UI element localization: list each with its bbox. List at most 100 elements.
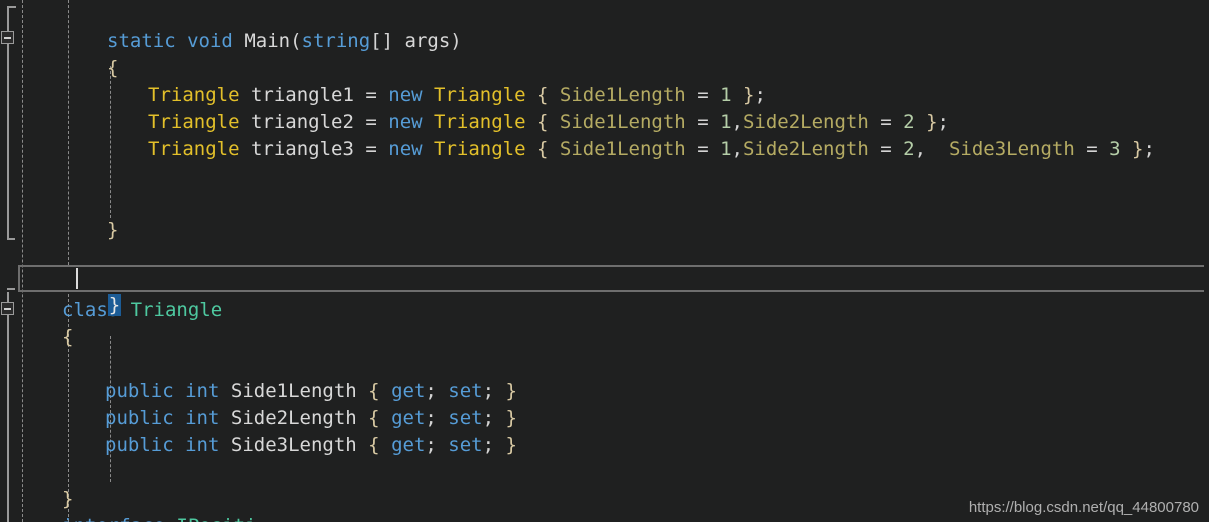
code-token: ; — [1143, 138, 1155, 160]
code-token: triangle1 — [250, 84, 354, 106]
code-token: public — [105, 434, 174, 456]
code-token: [] — [370, 30, 405, 52]
code-token: = — [353, 84, 389, 106]
line-interface-partial[interactable]: interface IPositi — [62, 513, 256, 522]
code-token: Side2Length — [742, 111, 869, 133]
code-token: { — [107, 57, 119, 79]
code-token: = — [685, 84, 721, 106]
line-method-signature[interactable]: static void Main(string[] args) — [107, 28, 462, 55]
line-property-side3[interactable]: public int Side3Length { get; set; } — [105, 432, 517, 459]
watermark-url: https://blog.csdn.net/qq_44800780 — [968, 499, 1199, 516]
code-token: Side1Length — [230, 380, 357, 402]
code-token: args — [404, 30, 451, 52]
code-token: new — [388, 84, 423, 106]
line-triangle3[interactable]: Triangle triangle3 = new Triangle { Side… — [148, 136, 1155, 163]
selected-brace[interactable]: } — [107, 294, 122, 316]
code-token: } — [107, 219, 119, 241]
code-token: public — [105, 407, 174, 429]
line-triangle1[interactable]: Triangle triangle1 = new Triangle { Side… — [148, 82, 766, 109]
code-token: Side3Length — [230, 434, 357, 456]
code-token: 2 — [903, 111, 915, 133]
current-line-text[interactable]: } — [62, 265, 122, 316]
code-token: { — [368, 434, 380, 456]
code-token: new — [388, 111, 423, 133]
line-triangle2[interactable]: Triangle triangle2 = new Triangle { Side… — [148, 109, 949, 136]
line-property-side2[interactable]: public int Side2Length { get; set; } — [105, 405, 517, 432]
code-token: ; — [425, 434, 449, 456]
line-method-close-brace[interactable]: } — [107, 217, 118, 244]
code-token: 2 — [903, 138, 915, 160]
code-token: } — [1132, 138, 1144, 160]
code-token: 1 — [720, 138, 732, 160]
code-token: ( — [290, 30, 302, 52]
code-token: ; — [425, 407, 449, 429]
code-token: set — [448, 434, 483, 456]
code-token: Triangle — [434, 138, 526, 160]
code-token: new — [388, 138, 423, 160]
code-token: } — [62, 488, 74, 510]
code-token: IPositi — [176, 515, 256, 522]
code-token: Side2Length — [230, 407, 357, 429]
line-property-side1[interactable]: public int Side1Length { get; set; } — [105, 378, 517, 405]
code-token: Side1Length — [559, 138, 686, 160]
code-token: Triangle — [434, 84, 526, 106]
code-token: Main — [244, 30, 291, 52]
code-token: 3 — [1109, 138, 1121, 160]
code-token: interface — [62, 515, 165, 522]
code-token: { — [368, 407, 380, 429]
code-token: Triangle — [148, 138, 240, 160]
code-token: static — [107, 30, 176, 52]
code-content[interactable]: static void Main(string[] args){Triangle… — [0, 0, 1209, 522]
code-editor[interactable]: static void Main(string[] args){Triangle… — [0, 0, 1209, 522]
line-method-open-brace[interactable]: { — [107, 55, 118, 82]
code-token: } — [505, 407, 517, 429]
code-token: Side2Length — [742, 138, 869, 160]
code-token: ; — [937, 111, 949, 133]
code-token: { — [537, 84, 549, 106]
line-class-close-brace[interactable]: } — [62, 486, 73, 513]
code-token: } — [742, 84, 755, 106]
code-token: public — [105, 380, 174, 402]
code-token: int — [185, 380, 220, 402]
code-token: } — [926, 111, 938, 133]
code-token: ; — [482, 380, 506, 402]
code-token: , — [914, 138, 949, 160]
code-token: Triangle — [130, 299, 223, 321]
code-token: { — [368, 380, 380, 402]
code-token: = — [1074, 138, 1110, 160]
code-token: { — [537, 138, 549, 160]
code-token: = — [868, 138, 904, 160]
code-token: Triangle — [148, 111, 240, 133]
code-token: get — [391, 434, 426, 456]
code-token: ; — [482, 407, 506, 429]
code-token: = — [353, 111, 389, 133]
code-token: ; — [425, 380, 449, 402]
code-token: set — [448, 380, 483, 402]
code-token: = — [685, 111, 721, 133]
